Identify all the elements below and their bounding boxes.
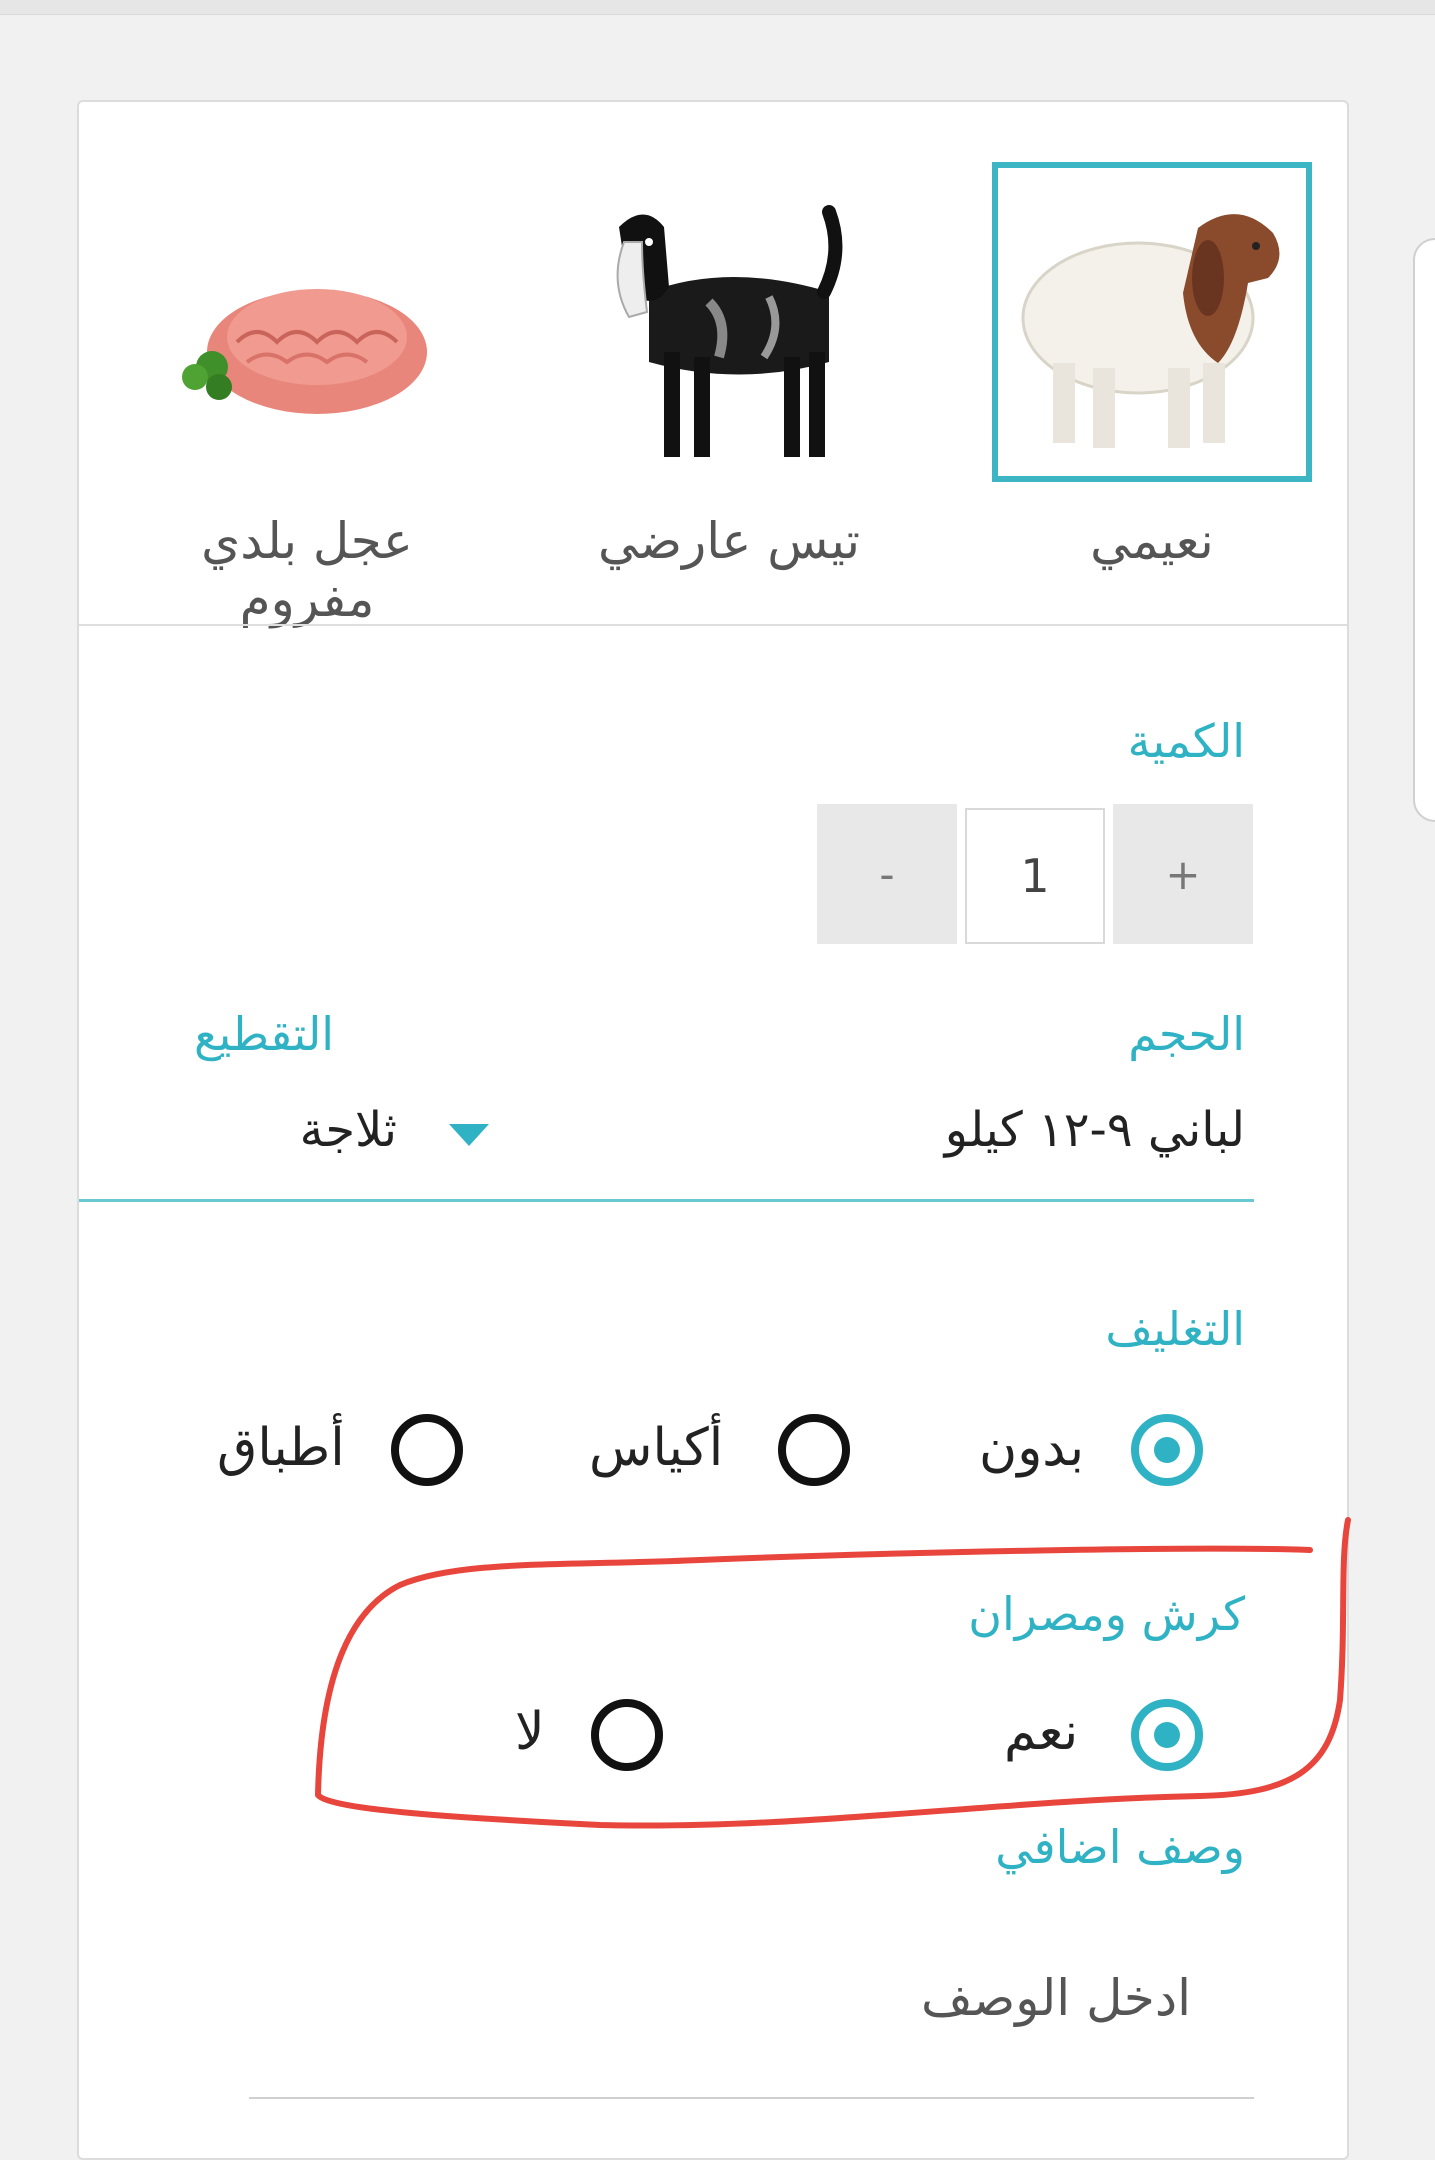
- extra-description-label: وصف اضافي: [995, 1820, 1245, 1874]
- decrement-button[interactable]: -: [817, 804, 957, 944]
- naimi-sheep-image: [992, 162, 1312, 482]
- size-select[interactable]: لباني ٩-١٢ كيلو: [945, 1102, 1245, 1158]
- cutting-label: التقطيع: [194, 1007, 335, 1061]
- minced-meat-image: [147, 162, 467, 482]
- offal-yes-label[interactable]: نعم: [1004, 1702, 1078, 1762]
- order-card: نعيمي تيس عارضي عجل بلدي مفروم الكمية + …: [77, 100, 1349, 2160]
- description-underline: [249, 2097, 1254, 2099]
- packaging-trays-radio[interactable]: [391, 1414, 463, 1486]
- quantity-label: الكمية: [1127, 714, 1245, 768]
- quantity-stepper: + 1 -: [817, 804, 1253, 946]
- size-label: الحجم: [1128, 1007, 1245, 1061]
- packaging-bags-radio[interactable]: [778, 1414, 850, 1486]
- quantity-value[interactable]: 1: [965, 808, 1105, 944]
- packaging-none-radio[interactable]: [1131, 1414, 1203, 1486]
- product-minced-veal[interactable]: عجل بلدي مفروم: [147, 162, 467, 628]
- product-name: عجل بلدي مفروم: [201, 512, 413, 628]
- product-name: تيس عارضي: [598, 512, 860, 570]
- product-name: نعيمي: [1090, 512, 1214, 570]
- packaging-none-label[interactable]: بدون: [979, 1418, 1084, 1478]
- size-cutting-underline: [79, 1199, 1254, 1202]
- description-input[interactable]: [249, 1962, 1193, 2034]
- packaging-trays-label[interactable]: أطباق: [217, 1418, 345, 1478]
- offal-yes-radio[interactable]: [1131, 1699, 1203, 1771]
- top-bar: [0, 0, 1435, 15]
- product-ardi-goat[interactable]: تيس عارضي: [569, 162, 889, 570]
- packaging-label: التغليف: [1105, 1302, 1245, 1356]
- goat-image: [569, 162, 889, 482]
- product-naimi[interactable]: نعيمي: [992, 162, 1312, 570]
- cutting-select[interactable]: ثلاجة: [227, 1102, 497, 1172]
- chevron-down-icon: [449, 1124, 489, 1146]
- product-divider: [79, 624, 1347, 626]
- side-panel-edge[interactable]: [1413, 238, 1435, 822]
- offal-label: كرش ومصران: [968, 1587, 1245, 1641]
- offal-no-radio[interactable]: [591, 1699, 663, 1771]
- packaging-bags-label[interactable]: أكياس: [589, 1418, 723, 1478]
- cutting-value: ثلاجة: [299, 1102, 397, 1158]
- increment-button[interactable]: +: [1113, 804, 1253, 944]
- offal-no-label[interactable]: لا: [515, 1702, 545, 1762]
